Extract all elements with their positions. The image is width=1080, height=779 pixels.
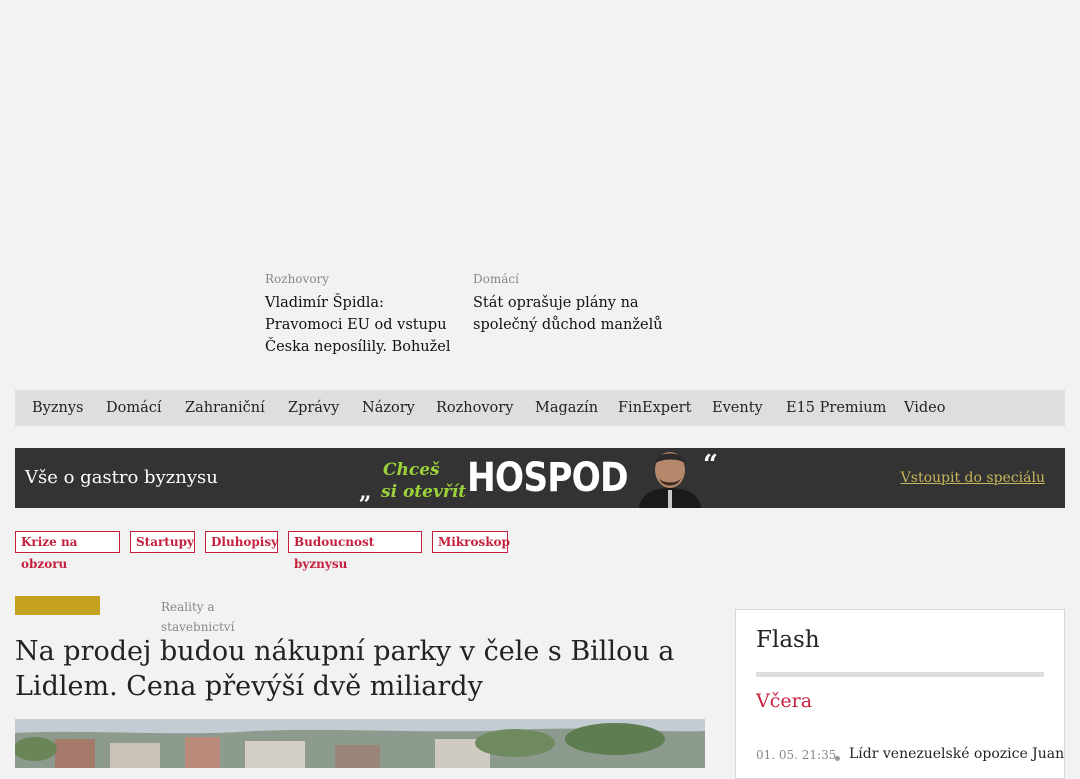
flash-item-link[interactable]: Lídr venezuelské opozice Juan bbox=[849, 746, 1064, 762]
nav-item-zahranicni[interactable]: Zahraniční bbox=[185, 390, 265, 426]
tag-budoucnost-byznysu[interactable]: Budoucnost bbox=[288, 531, 422, 553]
nav-item-video[interactable]: Video bbox=[904, 390, 945, 426]
flash-title[interactable]: Flash bbox=[756, 627, 820, 653]
banner-title: Vše o gastro byznysu bbox=[25, 467, 218, 488]
bullet-icon bbox=[835, 756, 840, 761]
flash-item-time: 01. 05. 21:35 bbox=[756, 748, 837, 762]
nav-item-finexpert[interactable]: FinExpert bbox=[618, 390, 691, 426]
article-hero-image[interactable] bbox=[15, 719, 705, 768]
tag-label: Dluhopisy bbox=[211, 535, 279, 549]
banner-brand: HOSPODU bbox=[467, 455, 656, 501]
quote-open-icon: „ bbox=[359, 479, 372, 505]
teaser-card[interactable]: Domácí Stát oprašuje plány na společný d… bbox=[473, 271, 668, 336]
flash-news-panel: Flash Včera 01. 05. 21:35 Lídr venezuels… bbox=[735, 609, 1065, 779]
tag-label-overflow[interactable]: byznysu bbox=[294, 557, 347, 572]
nav-item-byznys[interactable]: Byznys bbox=[32, 390, 83, 426]
main-navigation: Byznys Domácí Zahraniční Zprávy Názory R… bbox=[15, 390, 1065, 426]
tag-label-overflow[interactable]: obzoru bbox=[21, 557, 67, 572]
tag-startupy[interactable]: Startupy bbox=[130, 531, 195, 553]
tag-mikroskop[interactable]: Mikroskop bbox=[432, 531, 510, 553]
slogan-line-1: Chceš bbox=[383, 460, 440, 480]
flash-divider bbox=[756, 672, 1044, 677]
nav-item-nazory[interactable]: Názory bbox=[362, 390, 415, 426]
nav-item-magazin[interactable]: Magazín bbox=[535, 390, 598, 426]
tag-krize-na-obzoru[interactable]: Krize na bbox=[15, 531, 120, 553]
tag-label: Budoucnost bbox=[294, 535, 375, 549]
slogan-line-2: si otevřít bbox=[381, 482, 467, 502]
article-label-badge bbox=[15, 596, 100, 615]
teaser-card[interactable]: Rozhovory Vladimír Špidla: Pravomoci EU … bbox=[265, 271, 460, 358]
nav-item-e15-premium[interactable]: E15 Premium bbox=[786, 390, 886, 426]
flash-day-heading: Včera bbox=[756, 690, 813, 712]
chef-photo bbox=[630, 448, 710, 508]
nav-item-eventy[interactable]: Eventy bbox=[712, 390, 763, 426]
enter-special-link[interactable]: Vstoupit do speciálu bbox=[901, 448, 1045, 508]
quote-close-icon: “ bbox=[703, 450, 718, 480]
slogan: „ Chceš si otevřít bbox=[359, 454, 467, 504]
article-category[interactable]: Reality a stavebnictví bbox=[161, 597, 251, 637]
teaser-title[interactable]: Vladimír Špidla: Pravomoci EU od vstupu … bbox=[265, 292, 460, 358]
tag-label: Mikroskop bbox=[438, 535, 510, 549]
teaser-category[interactable]: Rozhovory bbox=[265, 271, 460, 287]
gastro-special-banner[interactable]: Vše o gastro byznysu „ Chceš si otevřít … bbox=[15, 448, 1065, 508]
nav-item-rozhovory[interactable]: Rozhovory bbox=[436, 390, 513, 426]
tag-dluhopisy[interactable]: Dluhopisy bbox=[205, 531, 278, 553]
tag-label: Krize na bbox=[21, 535, 78, 549]
tag-label: Startupy bbox=[136, 535, 194, 549]
teaser-title[interactable]: Stát oprašuje plány na společný důchod m… bbox=[473, 292, 668, 336]
nav-item-domaci[interactable]: Domácí bbox=[106, 390, 162, 426]
article-headline[interactable]: Na prodej budou nákupní parky v čele s B… bbox=[15, 634, 705, 704]
nav-item-zpravy[interactable]: Zprávy bbox=[288, 390, 339, 426]
teaser-category[interactable]: Domácí bbox=[473, 271, 668, 287]
